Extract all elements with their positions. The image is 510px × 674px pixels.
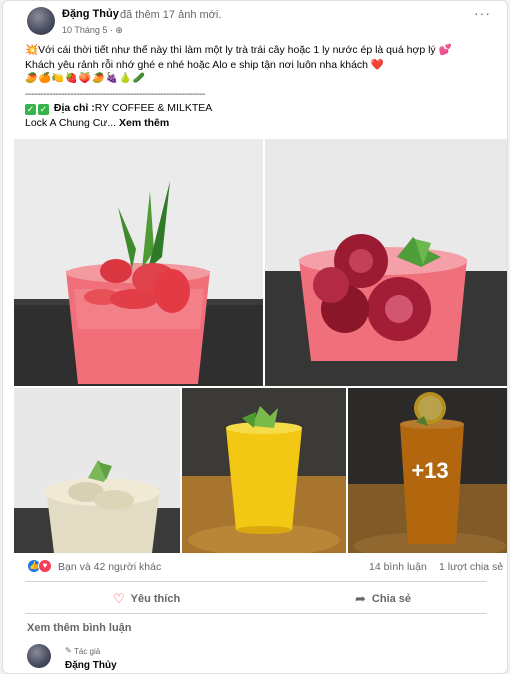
love-button-label: Yêu thích [130,593,181,605]
comment-item: ✎ Tác giả Đặng Thủy [3,641,507,673]
share-arrow-icon: ➦ [355,591,366,606]
photo-plum-drink[interactable] [265,139,507,386]
see-more-link[interactable]: Xem thêm [119,117,169,129]
address-value: RY COFFEE & MILKTEA [94,102,213,114]
view-more-comments-link[interactable]: Xem thêm bình luận [27,622,132,634]
heart-icon: ♡ [113,591,125,606]
check-icon: ✓ [25,104,36,115]
commenter-name[interactable]: Đặng Thủy [65,660,117,671]
post-actions: ♡ Yêu thích ➦ Chia sẻ [3,587,507,611]
photo-white-smoothie[interactable] [14,388,180,553]
post-stats: 👍 ♥ Bạn và 42 người khác 14 bình luận 1 … [3,557,507,577]
stats-divider [25,581,487,582]
reaction-count[interactable]: Bạn và 42 người khác [58,561,161,573]
post-text: 💥Với cái thời tiết như thế này thì làm m… [25,43,495,130]
author-name[interactable]: Đặng Thủy [62,8,119,20]
address-line: ✓ ✓ Địa chỉ :RY COFFEE & MILKTEA [25,101,495,116]
check-icon: ✓ [38,104,49,115]
love-reaction-icon: ♥ [38,559,52,573]
address-rest: Lock A Chung Cư... [25,116,117,129]
commenter-avatar[interactable] [27,644,51,668]
comment-count[interactable]: 14 bình luận [369,561,427,573]
love-button[interactable]: ♡ Yêu thích [113,587,180,611]
post-text-line: 💥Với cái thời tiết như thế này thì làm m… [25,44,452,56]
post-action-text: đã thêm 17 ảnh mới. [120,9,222,21]
more-options-button[interactable]: ··· [474,5,491,21]
author-badge: Tác giả [74,647,101,656]
photo-pineapple-juice[interactable] [182,388,346,553]
photo-orange-juice[interactable]: +13 [348,388,507,553]
meta-dot: · [109,25,113,35]
post-card: Đặng Thủy đã thêm 17 ảnh mới. 10 Tháng 5… [2,0,508,674]
pen-icon: ✎ [65,646,72,655]
globe-icon: ⊕ [115,25,123,35]
address-rest-line: Lock A Chung Cư... Xem thêm [25,116,495,131]
address-label: Địa chỉ : [53,102,95,114]
fruit-emoji-line: 🥭🍊🍋🍓🍑🥭🍇🍐🥒 [25,73,147,84]
separator-line: ----------------------------------------… [25,87,205,100]
post-date[interactable]: 10 Tháng 5 [62,25,107,35]
share-button[interactable]: ➦ Chia sẻ [355,587,411,611]
post-text-line: Khách yêu rảnh rỗi nhớ ghé e nhé hoặc Al… [25,58,385,71]
share-button-label: Chia sẻ [371,593,412,605]
photo-strawberry-drink[interactable] [14,139,263,386]
share-count[interactable]: 1 lượt chia sẻ [439,561,503,573]
more-photos-overlay[interactable]: +13 [348,388,507,553]
post-header: Đặng Thủy đã thêm 17 ảnh mới. 10 Tháng 5… [3,1,507,41]
post-meta: 10 Tháng 5 · ⊕ [62,25,123,36]
actions-divider [25,613,487,614]
author-avatar[interactable] [27,7,55,35]
